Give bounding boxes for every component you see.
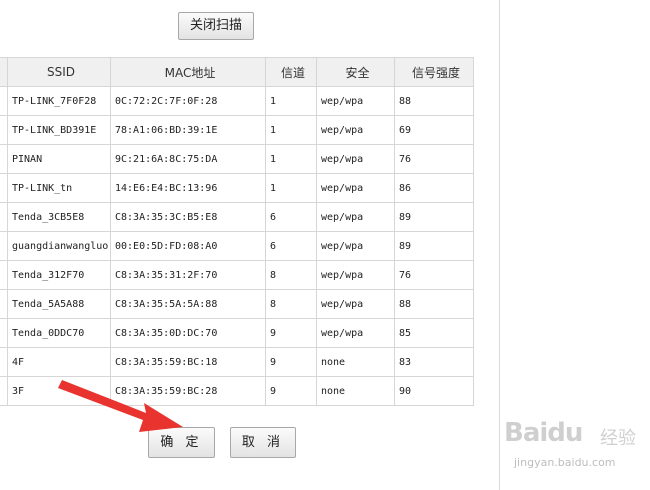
watermark-url: jingyan.baidu.com [514,456,616,469]
arrow-icon [58,380,183,432]
watermark-logo: Baidu [504,418,583,448]
baidu-watermark: Baidu 经验 jingyan.baidu.com [500,418,650,478]
watermark-text: 经验 [600,428,636,449]
red-arrow-annotation [58,380,183,432]
